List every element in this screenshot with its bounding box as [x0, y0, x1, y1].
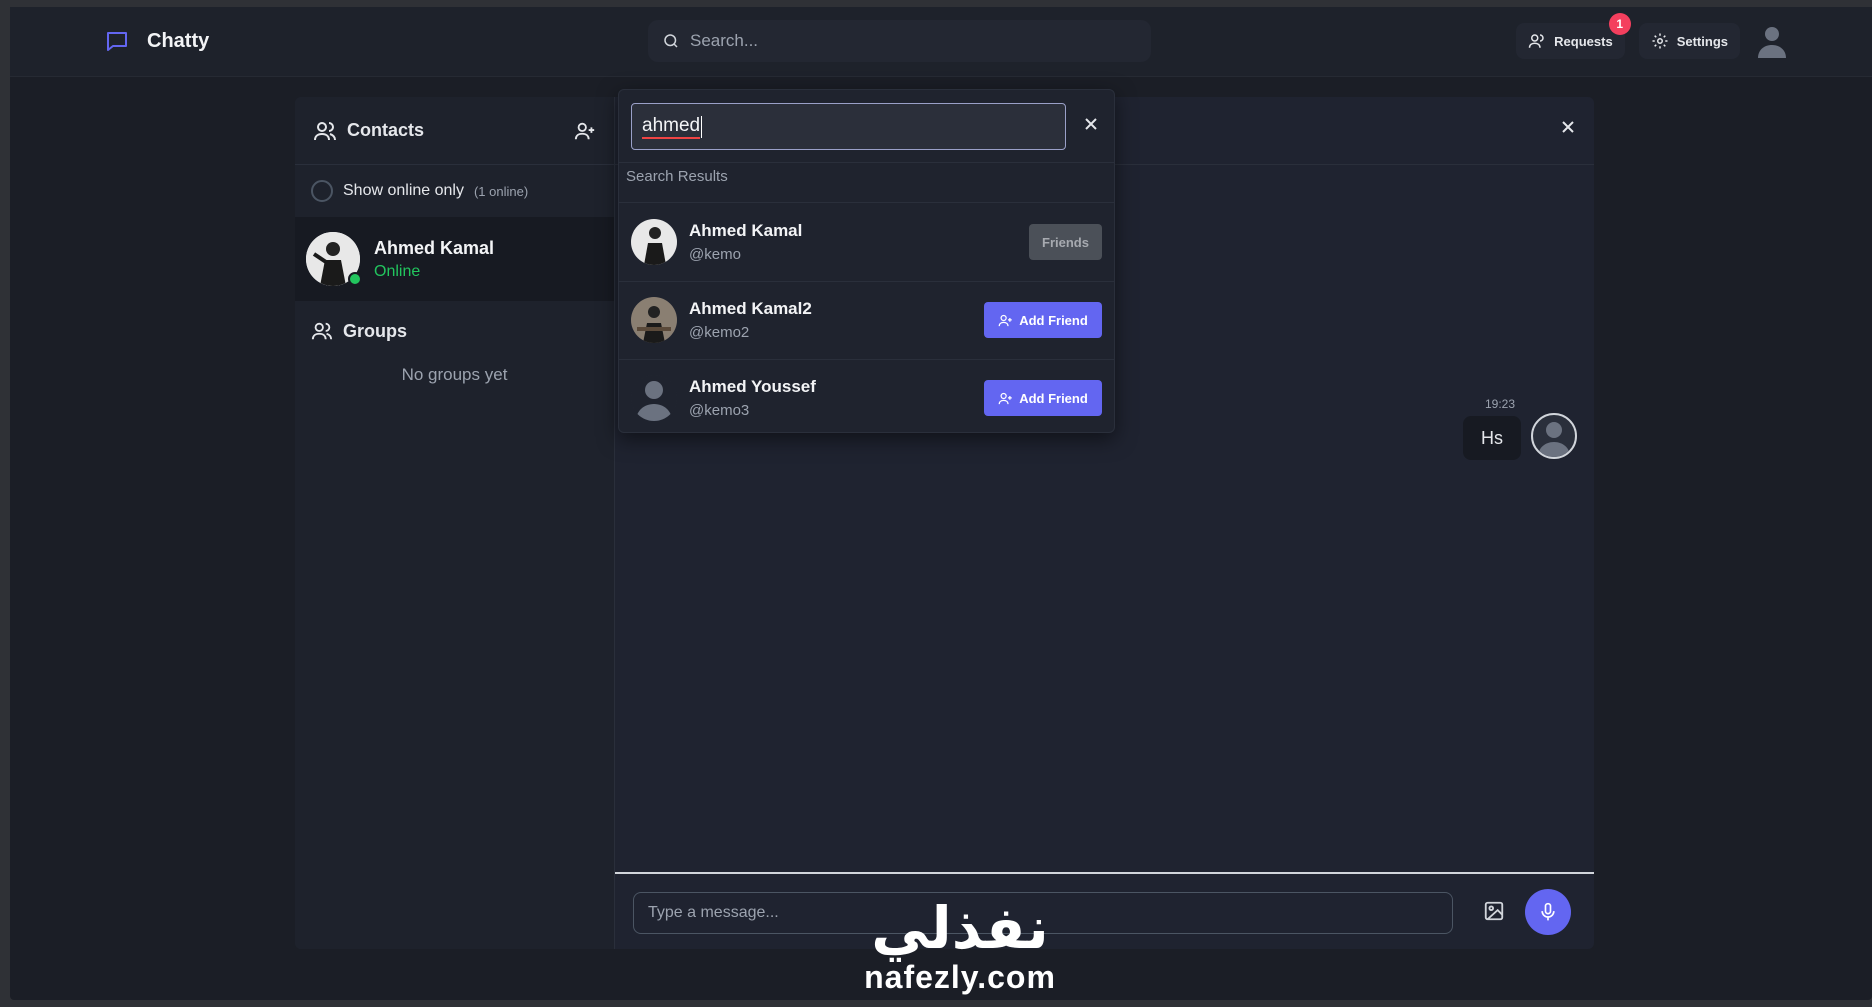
divider: [619, 202, 1114, 203]
result-username: @kemo: [689, 246, 741, 263]
top-navbar: Chatty Search... Requests 1 Settings: [10, 7, 1872, 77]
settings-label: Settings: [1676, 33, 1728, 49]
text-caret: [701, 115, 703, 138]
search-dropdown: ahmed Search Results Ahmed Kamal @kemo F…: [618, 89, 1115, 433]
requests-label: Requests: [1554, 33, 1613, 49]
contacts-sidebar: Contacts Show online only (1 online) Ahm…: [295, 97, 615, 949]
message-avatar: [1531, 413, 1577, 459]
add-contact-icon[interactable]: [574, 120, 596, 142]
contacts-title: Contacts: [313, 119, 424, 143]
search-query: ahmed: [642, 115, 701, 139]
add-user-icon: [998, 314, 1012, 326]
app-window: Chatty Search... Requests 1 Settings Con…: [10, 7, 1872, 1000]
message-time: 19:23: [1485, 397, 1516, 411]
message-placeholder: Type a message...: [648, 904, 779, 921]
result-avatar: [631, 219, 677, 265]
users-icon: [314, 121, 336, 140]
settings-button[interactable]: Settings: [1638, 23, 1740, 59]
result-avatar: [631, 375, 677, 421]
close-search-icon[interactable]: [1084, 117, 1098, 131]
search-results-label: Search Results: [626, 168, 728, 185]
search-icon: [664, 34, 678, 48]
friends-status-button: Friends: [1029, 224, 1102, 260]
add-user-icon: [998, 392, 1012, 404]
search-result-item[interactable]: Ahmed Kamal @kemo Friends: [619, 204, 1114, 280]
users-icon: [311, 322, 333, 340]
contact-avatar-wrap: [306, 232, 362, 286]
search-result-item[interactable]: Ahmed Youssef @kemo3 Add Friend: [619, 360, 1114, 436]
user-search-input[interactable]: ahmed: [631, 103, 1066, 150]
online-indicator: [348, 272, 362, 286]
gear-icon: [1652, 33, 1668, 49]
contact-info: Ahmed Kamal Online: [374, 238, 494, 281]
add-friend-label: Add Friend: [1019, 312, 1088, 328]
contact-item[interactable]: Ahmed Kamal Online: [295, 217, 614, 301]
sidebar-header: Contacts: [295, 97, 614, 165]
chat-bubble-icon: [107, 32, 127, 51]
show-online-label: Show online only: [343, 182, 464, 199]
online-count: (1 online): [473, 183, 529, 199]
result-username: @kemo2: [689, 324, 750, 341]
add-friend-label: Add Friend: [1019, 390, 1088, 406]
add-friend-button[interactable]: Add Friend: [984, 302, 1102, 338]
add-friend-button[interactable]: Add Friend: [984, 380, 1102, 416]
groups-header: Groups: [295, 301, 614, 361]
watermark-latin: nafezly.com: [864, 959, 1056, 995]
contact-status: Online: [374, 262, 421, 280]
result-avatar: [631, 297, 677, 343]
online-only-checkbox[interactable]: [311, 180, 333, 202]
users-icon: [1528, 34, 1544, 48]
contact-name: Ahmed Kamal: [374, 237, 495, 258]
image-upload-icon[interactable]: [1483, 900, 1505, 922]
voice-record-button[interactable]: [1525, 889, 1571, 935]
search-result-item[interactable]: Ahmed Kamal2 @kemo2 Add Friend: [619, 282, 1114, 358]
groups-title: Groups: [343, 320, 408, 341]
app-name: Chatty: [147, 29, 210, 52]
message-bubble: Hs: [1463, 416, 1521, 460]
user-avatar[interactable]: [1754, 23, 1790, 59]
global-search-input[interactable]: Search...: [648, 20, 1151, 62]
contacts-title-text: Contacts: [347, 120, 425, 140]
close-chat-icon[interactable]: [1560, 119, 1576, 135]
result-name: Ahmed Youssef: [689, 377, 816, 396]
no-groups-text: No groups yet: [401, 365, 508, 384]
divider: [619, 162, 1114, 163]
result-username: @kemo3: [689, 402, 750, 419]
watermark: نفذلي nafezly.com: [830, 897, 1090, 996]
requests-button[interactable]: Requests 1: [1516, 13, 1631, 59]
top-actions: Requests 1 Settings: [1516, 13, 1790, 59]
app-logo[interactable]: Chatty: [105, 29, 209, 53]
result-name: Ahmed Kamal: [689, 221, 803, 240]
requests-count-badge: 1: [1608, 13, 1631, 35]
watermark-arabic: نفذلي: [871, 894, 1049, 962]
message-composer: Type a message...: [615, 872, 1594, 949]
microphone-icon: [1541, 902, 1555, 921]
search-placeholder: Search...: [690, 31, 759, 50]
result-name: Ahmed Kamal2: [689, 299, 812, 318]
show-online-toggle[interactable]: Show online only (1 online): [295, 165, 614, 217]
